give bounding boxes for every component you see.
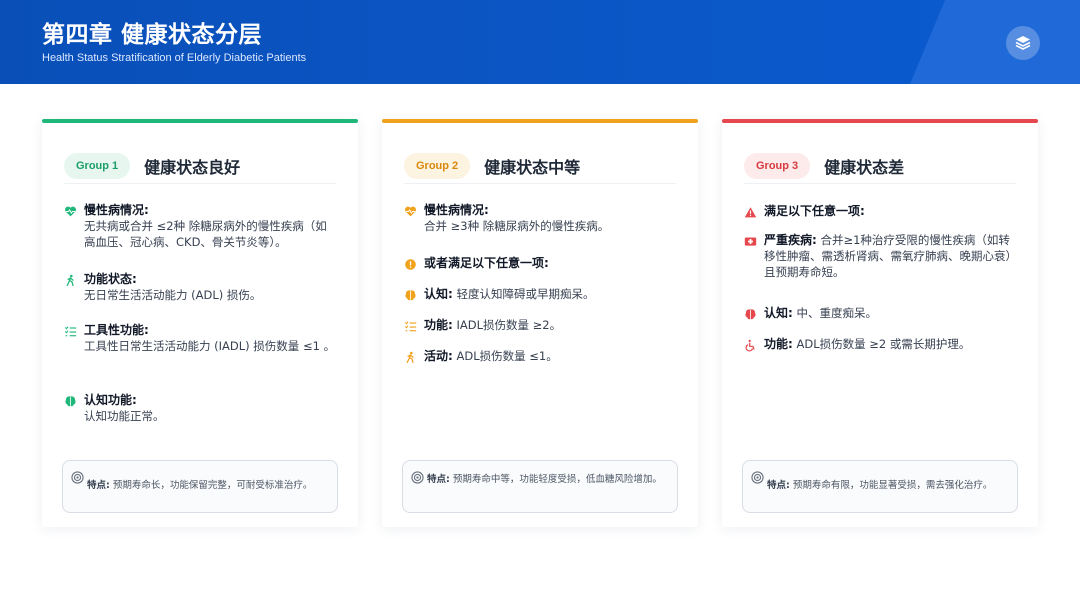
card-title: 健康状态中等 bbox=[484, 158, 581, 177]
feature-note: 特点: 预期寿命长，功能保留完整，可耐受标准治疗。 bbox=[62, 460, 338, 513]
note-text: 预期寿命有限，功能显著受损，需去强化治疗。 bbox=[792, 480, 993, 491]
criterion-item: 满足以下任意一项: bbox=[742, 203, 1016, 220]
criterion-item: 慢性病情况: 无共病或合并 ≤2种 除糖尿病外的慢性疾病（如高血压、冠心病、CKD… bbox=[62, 202, 336, 250]
card-title: 健康状态差 bbox=[824, 158, 905, 177]
card-header: Group 3 健康状态差 bbox=[744, 147, 1016, 185]
card-header: Group 2 健康状态中等 bbox=[404, 147, 676, 185]
criterion-label: 慢性病情况: bbox=[424, 203, 489, 217]
criterion-label: 功能: bbox=[764, 337, 793, 351]
criterion-label: 工具性功能: bbox=[84, 323, 149, 337]
page-subtitle: Health Status Stratification of Elderly … bbox=[42, 52, 307, 64]
brain-icon bbox=[742, 306, 758, 322]
criterion-label: 严重疾病: bbox=[764, 233, 817, 247]
card-accent-bar bbox=[382, 119, 698, 123]
checklist-icon bbox=[62, 323, 78, 339]
divider bbox=[404, 183, 676, 184]
criterion-item: 功能: IADL损伤数量 ≥2。 bbox=[402, 317, 676, 334]
criterion-item: 认知: 轻度认知障碍或早期痴呆。 bbox=[402, 286, 676, 303]
card-group-3: Group 3 健康状态差 满足以下任意一项: 严重疾病: 合并≥1种治疗受限的… bbox=[722, 119, 1038, 527]
criterion-text: 合并 ≥3种 除糖尿病外的慢性疾病。 bbox=[424, 219, 610, 233]
criterion-item: 功能状态: 无日常生活活动能力 (ADL) 损伤。 bbox=[62, 271, 336, 303]
card-group-1: Group 1 健康状态良好 慢性病情况: 无共病或合并 ≤2种 除糖尿病外的慢性… bbox=[42, 119, 358, 527]
header-accent-shape bbox=[910, 0, 1080, 84]
layers-icon bbox=[1015, 36, 1031, 50]
brain-icon bbox=[62, 393, 78, 409]
criterion-text: 轻度认知障碍或早期痴呆。 bbox=[456, 287, 595, 301]
criterion-item: 工具性功能: 工具性日常生活活动能力 (IADL) 损伤数量 ≤1 。 bbox=[62, 322, 336, 354]
criterion-item: 慢性病情况: 合并 ≥3种 除糖尿病外的慢性疾病。 bbox=[402, 202, 676, 234]
feature-note: 特点: 预期寿命中等，功能轻度受损，低血糖风险增加。 bbox=[402, 460, 678, 513]
criterion-label: 认知功能: bbox=[84, 393, 137, 407]
note-label: 特点: bbox=[87, 480, 110, 491]
criterion-item: 活动: ADL损伤数量 ≤1。 bbox=[402, 348, 676, 365]
group-badge: Group 3 bbox=[744, 153, 811, 179]
hospital-bed-icon bbox=[742, 233, 758, 249]
criterion-text: 中、重度痴呆。 bbox=[796, 306, 877, 320]
criterion-text: 无日常生活活动能力 (ADL) 损伤。 bbox=[84, 288, 262, 302]
criterion-item: 认知功能: 认知功能正常。 bbox=[62, 392, 336, 424]
criterion-label: 功能: bbox=[424, 318, 453, 332]
criterion-item: 或者满足以下任意一项: bbox=[402, 255, 676, 272]
criterion-text: ADL损伤数量 ≥2 或需长期护理。 bbox=[796, 337, 971, 351]
card-group-2: Group 2 健康状态中等 慢性病情况: 合并 ≥3种 除糖尿病外的慢性疾病。 … bbox=[382, 119, 698, 527]
criterion-item: 严重疾病: 合并≥1种治疗受限的慢性疾病（如转移性肿瘤、需透析肾病、需氧疗肺病、… bbox=[742, 232, 1016, 280]
criterion-label: 慢性病情况: bbox=[84, 203, 149, 217]
divider bbox=[64, 183, 336, 184]
card-header: Group 1 健康状态良好 bbox=[64, 147, 336, 185]
warning-triangle-icon bbox=[742, 204, 758, 220]
criterion-text: IADL损伤数量 ≥2。 bbox=[456, 318, 562, 332]
wheelchair-icon bbox=[742, 337, 758, 353]
criterion-item: 功能: ADL损伤数量 ≥2 或需长期护理。 bbox=[742, 336, 1016, 353]
note-text: 预期寿命中等，功能轻度受损，低血糖风险增加。 bbox=[452, 474, 662, 485]
target-icon bbox=[71, 471, 84, 484]
feature-note: 特点: 预期寿命有限，功能显著受损，需去强化治疗。 bbox=[742, 460, 1018, 513]
criterion-label: 认知: bbox=[424, 287, 453, 301]
card-accent-bar bbox=[42, 119, 358, 123]
heart-pulse-icon bbox=[402, 203, 418, 219]
criterion-text: 工具性日常生活活动能力 (IADL) 损伤数量 ≤1 。 bbox=[84, 339, 336, 353]
group-badge: Group 1 bbox=[64, 153, 131, 179]
note-text: 预期寿命长，功能保留完整，可耐受标准治疗。 bbox=[112, 480, 313, 491]
page-title: 第四章 健康状态分层 bbox=[42, 22, 263, 48]
criterion-text: 无共病或合并 ≤2种 除糖尿病外的慢性疾病（如高血压、冠心病、CKD、骨关节炎等… bbox=[84, 219, 327, 249]
layers-button[interactable] bbox=[1006, 26, 1040, 60]
checklist-icon bbox=[402, 318, 418, 334]
criterion-label: 或者满足以下任意一项: bbox=[424, 256, 549, 270]
brain-icon bbox=[402, 287, 418, 303]
walking-icon bbox=[62, 272, 78, 288]
heart-pulse-icon bbox=[62, 203, 78, 219]
criterion-label: 认知: bbox=[764, 306, 793, 320]
criterion-text: 认知功能正常。 bbox=[84, 409, 165, 423]
divider bbox=[744, 183, 1016, 184]
note-label: 特点: bbox=[767, 480, 790, 491]
criterion-label: 活动: bbox=[424, 349, 453, 363]
alert-circle-icon bbox=[402, 256, 418, 272]
page-header: 第四章 健康状态分层 Health Status Stratification … bbox=[0, 0, 1080, 84]
criterion-text: ADL损伤数量 ≤1。 bbox=[456, 349, 558, 363]
criterion-item: 认知: 中、重度痴呆。 bbox=[742, 305, 1016, 322]
card-title: 健康状态良好 bbox=[144, 158, 241, 177]
walking-icon bbox=[402, 349, 418, 365]
note-label: 特点: bbox=[427, 474, 450, 485]
target-icon bbox=[411, 471, 424, 484]
group-badge: Group 2 bbox=[404, 153, 471, 179]
criterion-label: 满足以下任意一项: bbox=[764, 204, 865, 218]
card-accent-bar bbox=[722, 119, 1038, 123]
target-icon bbox=[751, 471, 764, 484]
criterion-label: 功能状态: bbox=[84, 272, 137, 286]
